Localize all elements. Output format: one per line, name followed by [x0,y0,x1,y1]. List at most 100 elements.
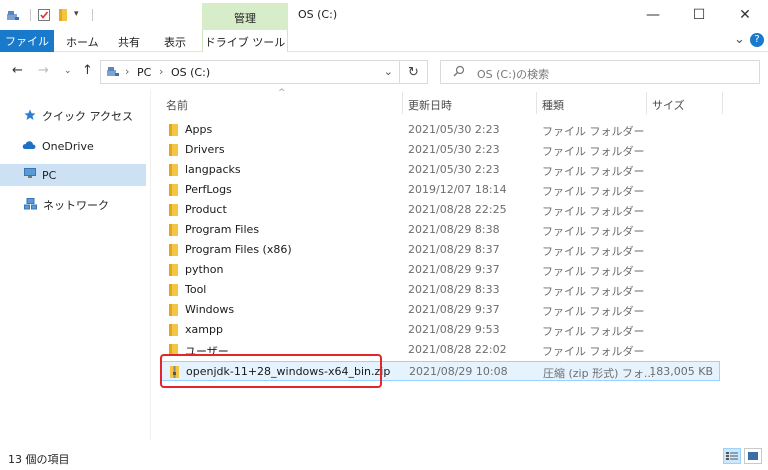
file-date: 2021/08/28 22:02 [408,343,507,356]
tab-share[interactable]: 共有 [118,34,140,50]
column-divider[interactable] [402,92,403,114]
tab-home[interactable]: ホーム [66,34,99,50]
qat-separator [30,9,31,21]
folder-icon [168,304,179,316]
breadcrumb-pc[interactable]: PC [137,66,151,79]
tab-file[interactable]: ファイル [0,30,54,52]
sort-ascending-icon: ^ [278,88,286,98]
file-name: PerfLogs [185,183,232,196]
file-date: 2021/08/29 9:37 [408,263,500,276]
table-row[interactable]: Product 2021/08/28 22:25 ファイル フォルダー [160,200,720,220]
maximize-icon: ☐ [692,7,706,23]
expand-ribbon-icon[interactable]: ⌄ [734,32,745,47]
up-button[interactable]: ↑ [82,63,93,78]
folder-icon [168,124,179,136]
network-icon [24,197,37,213]
file-type: ファイル フォルダー [542,245,645,258]
nav-item-pc[interactable]: PC [0,164,146,186]
title-bar: ▾ 管理 OS (C:) — ☐ ✕ [0,0,768,30]
folder-icon [168,164,179,176]
window-title: OS (C:) [298,8,338,21]
minimize-button[interactable]: — [630,0,676,30]
breadcrumb-separator: › [159,65,164,78]
nav-item-label: OneDrive [42,139,94,153]
file-name: Program Files (x86) [185,243,292,256]
file-name: langpacks [185,163,241,176]
maximize-button[interactable]: ☐ [676,0,722,30]
table-row[interactable]: Windows 2021/08/29 9:37 ファイル フォルダー [160,300,720,320]
close-icon: ✕ [739,7,751,23]
help-icon[interactable]: ? [750,33,764,47]
folder-icon [168,264,179,276]
highlight-annotation [160,354,382,388]
file-date: 2021/08/29 8:33 [408,283,500,296]
column-header-size[interactable]: サイズ [652,97,685,113]
column-header-type[interactable]: 種類 [542,97,564,113]
file-name: Windows [185,303,235,316]
table-row[interactable]: Drivers 2021/05/30 2:23 ファイル フォルダー [160,140,720,160]
file-type: ファイル フォルダー [542,325,645,338]
breadcrumb-separator: › [125,65,130,78]
file-type: ファイル フォルダー [542,285,645,298]
explorer-app-icon [6,8,20,22]
back-button[interactable]: ← [12,63,23,78]
table-row[interactable]: Program Files (x86) 2021/08/29 8:37 ファイル… [160,240,720,260]
column-divider[interactable] [536,92,537,114]
tab-drive-tools[interactable]: ドライブ ツール [202,30,288,52]
pc-icon [24,168,36,182]
file-type: ファイル フォルダー [542,205,645,218]
address-row: ← → ⌄ ↑ › PC › OS (C:) ⌄ ↻ OS (C:)の検索 [0,52,768,90]
address-bar[interactable]: › PC › OS (C:) ⌄ [100,60,400,84]
file-type: ファイル フォルダー [542,125,645,138]
nav-item-quick-access[interactable]: クイック アクセス [0,105,146,127]
pane-divider [150,90,151,440]
table-row[interactable]: Program Files 2021/08/29 8:38 ファイル フォルダー [160,220,720,240]
properties-icon[interactable] [37,8,51,22]
table-row[interactable]: python 2021/08/29 9:37 ファイル フォルダー [160,260,720,280]
folder-icon [168,324,179,336]
column-divider[interactable] [646,92,647,114]
quick-access-star-icon [24,109,36,124]
large-icons-view-icon [748,452,758,460]
search-box[interactable]: OS (C:)の検索 [440,60,760,84]
column-divider[interactable] [722,92,723,114]
file-date: 2021/08/28 22:25 [408,203,507,216]
table-row[interactable]: xampp 2021/08/29 9:53 ファイル フォルダー [160,320,720,340]
file-type: ファイル フォルダー [542,185,645,198]
nav-item-label: ネットワーク [43,199,109,212]
file-name: Drivers [185,143,225,156]
table-row[interactable]: PerfLogs 2019/12/07 18:14 ファイル フォルダー [160,180,720,200]
table-row[interactable]: langpacks 2021/05/30 2:23 ファイル フォルダー [160,160,720,180]
large-icons-view-button[interactable] [744,448,762,464]
details-view-button[interactable] [723,448,741,464]
pc-small-icon [106,66,120,81]
column-header-name[interactable]: 名前 [166,97,188,113]
file-type: ファイル フォルダー [542,145,645,158]
file-name: Product [185,203,227,216]
file-type: ファイル フォルダー [542,165,645,178]
details-view-icon [726,452,738,460]
file-type: ファイル フォルダー [542,265,645,278]
file-name: python [185,263,224,276]
close-button[interactable]: ✕ [722,0,768,30]
tab-view[interactable]: 表示 [164,34,186,50]
nav-item-onedrive[interactable]: OneDrive [0,135,146,157]
recent-locations-icon[interactable]: ⌄ [64,66,72,76]
file-date: 2019/12/07 18:14 [408,183,507,196]
folder-icon [168,184,179,196]
table-row[interactable]: Tool 2021/08/29 8:33 ファイル フォルダー [160,280,720,300]
new-folder-icon[interactable] [56,8,70,22]
qat-customize-icon[interactable]: ▾ [74,9,88,23]
qat-separator [92,9,93,21]
file-date: 2021/08/29 9:37 [408,303,500,316]
breadcrumb-os-c[interactable]: OS (C:) [171,66,210,79]
refresh-button[interactable]: ↻ [400,60,428,84]
ribbon-tabs: ファイル ホーム 共有 表示 ドライブ ツール ⌄ ? [0,30,768,52]
nav-item-network[interactable]: ネットワーク [0,194,146,216]
tab-drive-tools-label: ドライブ ツール [204,36,286,49]
forward-button[interactable]: → [38,63,49,78]
column-header-date[interactable]: 更新日時 [408,97,452,113]
address-dropdown-icon[interactable]: ⌄ [384,65,393,78]
folder-icon [168,204,179,216]
table-row[interactable]: Apps 2021/05/30 2:23 ファイル フォルダー [160,120,720,140]
